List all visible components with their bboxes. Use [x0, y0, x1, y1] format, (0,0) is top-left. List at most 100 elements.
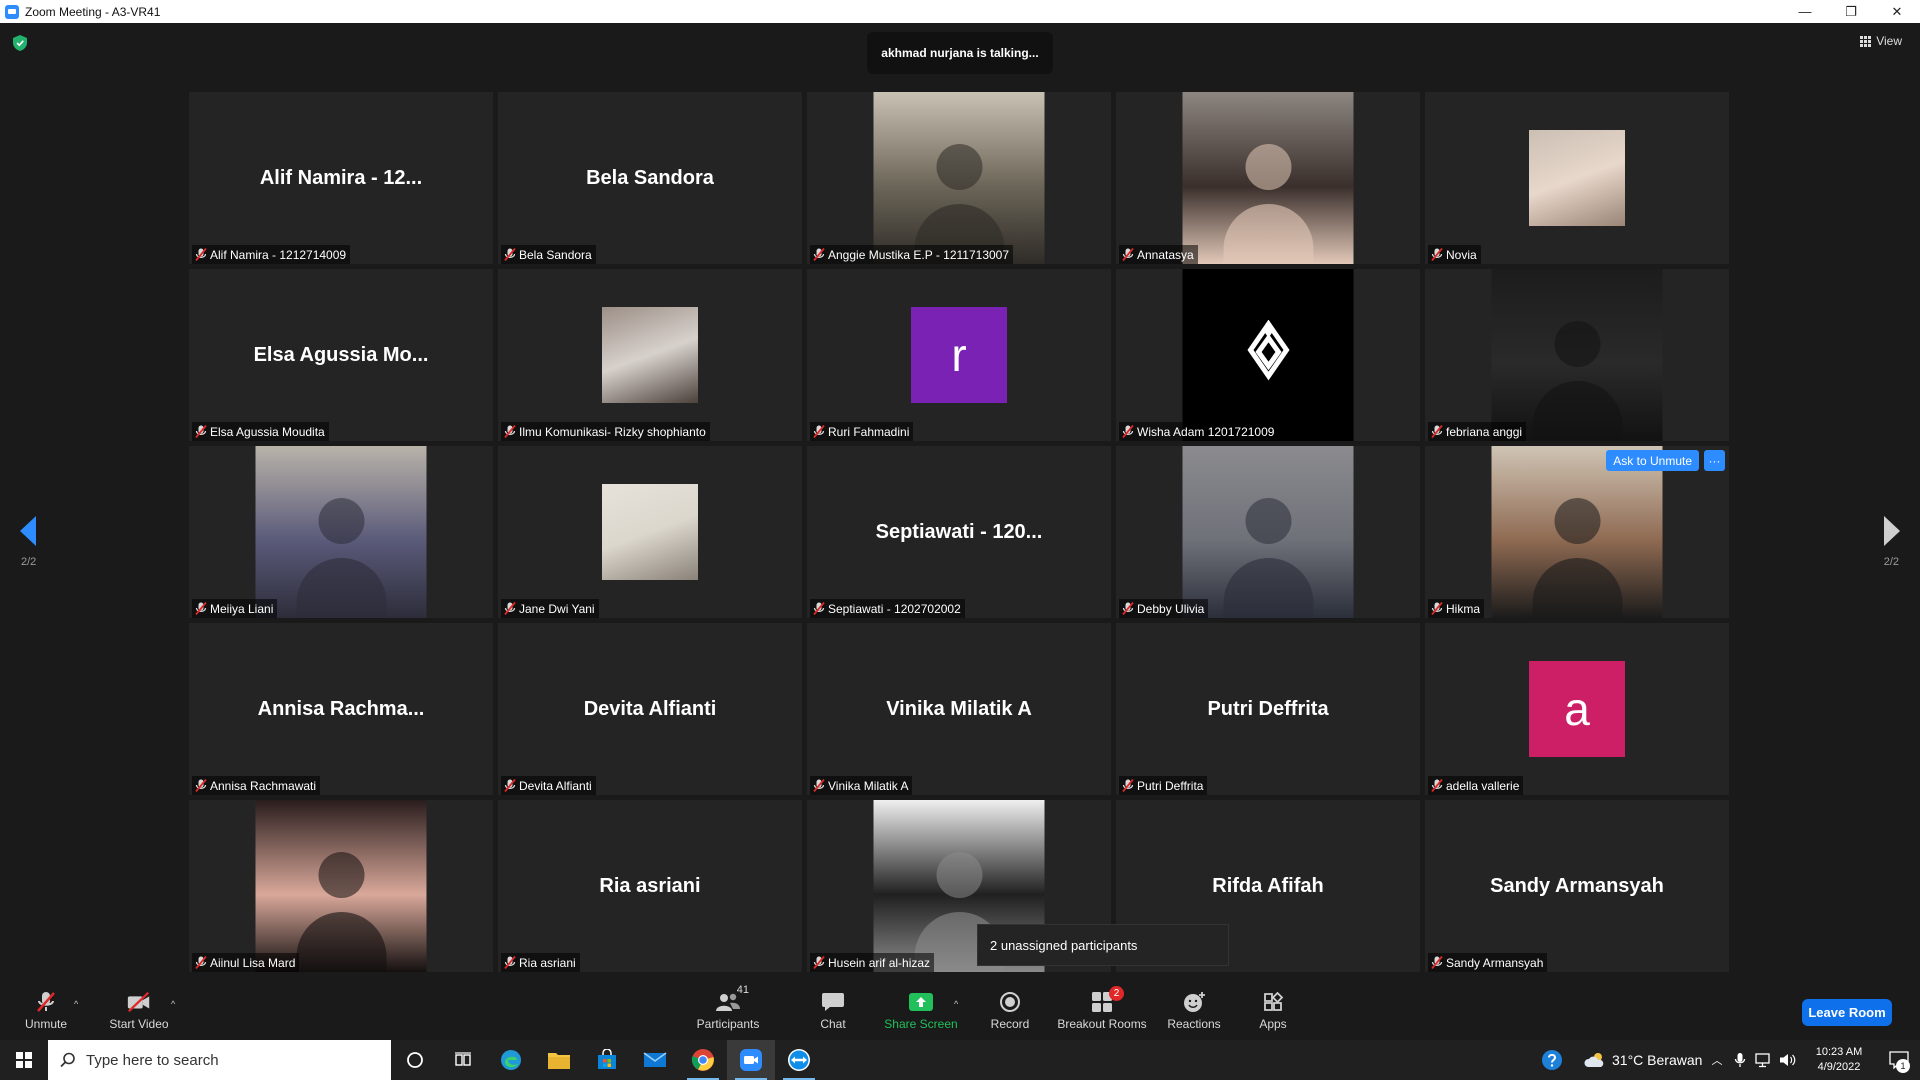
reactions-button[interactable]: Reactions [1165, 980, 1223, 1040]
participant-name: Annatasya [1137, 247, 1194, 262]
zoom-app-icon [740, 1049, 762, 1071]
muted-mic-icon [195, 955, 207, 970]
participant-name: Ilmu Komunikasi- Rizky shophianto [519, 424, 706, 439]
cortana-circle-icon [407, 1052, 423, 1068]
share-options-caret-icon[interactable]: ^ [954, 999, 958, 1009]
participant-tile[interactable]: r Ruri Fahmadini [807, 269, 1111, 441]
person-body-shape [1223, 204, 1313, 264]
unmute-button[interactable]: Unmute [18, 980, 74, 1040]
participant-tile[interactable]: Vinika Milatik A Vinika Milatik A [807, 623, 1111, 795]
person-silhouette-icon [318, 497, 364, 544]
video-options-caret-icon[interactable]: ^ [171, 999, 175, 1009]
microphone-tray-button[interactable] [1728, 1052, 1752, 1068]
task-view-button[interactable] [439, 1040, 487, 1080]
notification-center-button[interactable]: 1 [1878, 1051, 1920, 1073]
muted-mic-icon [1431, 247, 1443, 262]
participant-tile[interactable]: Alif Namira - 12... Alif Namira - 1212714… [189, 92, 493, 264]
start-button[interactable] [0, 1040, 48, 1080]
next-page-arrow-icon[interactable] [1884, 516, 1900, 546]
participant-tile[interactable]: Wisha Adam 1201721009 [1116, 269, 1420, 441]
participant-name-label: Hikma [1428, 599, 1485, 618]
view-button[interactable]: View [1860, 34, 1902, 48]
participant-tile[interactable]: Novia [1425, 92, 1729, 264]
record-button[interactable]: Record [990, 980, 1030, 1040]
participant-tile[interactable]: Ilmu Komunikasi- Rizky shophianto [498, 269, 802, 441]
folder-icon [548, 1053, 570, 1069]
muted-mic-icon [1431, 955, 1443, 970]
participant-tile[interactable]: Putri Deffrita Putri Deffrita [1116, 623, 1420, 795]
muted-mic-icon [1431, 778, 1443, 793]
minimize-button[interactable]: — [1782, 0, 1828, 23]
participant-video [873, 92, 1045, 264]
search-placeholder: Type here to search [86, 1051, 219, 1069]
participant-initial-avatar: r [911, 307, 1007, 403]
taskbar-clock[interactable]: 10:23 AM 4/9/2022 [1800, 1045, 1878, 1075]
edge-browser-button[interactable] [487, 1040, 535, 1080]
restore-button[interactable]: ❐ [1828, 0, 1874, 23]
chat-bubble-icon [820, 990, 846, 1014]
participant-name-label: Ilmu Komunikasi- Rizky shophianto [501, 422, 710, 441]
participant-tile[interactable]: Devita Alfianti Devita Alfianti [498, 623, 802, 795]
participant-video [1182, 92, 1354, 264]
participant-tile[interactable]: Jane Dwi Yani [498, 446, 802, 618]
chat-button[interactable]: Chat [815, 980, 851, 1040]
participant-tile[interactable]: Sandy Armansyah Sandy Armansyah [1425, 800, 1729, 972]
participant-tile[interactable]: Bela Sandora Bela Sandora [498, 92, 802, 264]
breakout-rooms-button[interactable]: 2 Breakout Rooms [1057, 980, 1147, 1040]
participant-name: adella vallerie [1446, 778, 1520, 793]
participant-tile[interactable]: Meiiya Liani [189, 446, 493, 618]
taskbar-search-box[interactable]: Type here to search [48, 1040, 391, 1080]
participant-tile[interactable]: Anggie Mustika E.P - 1211713007 [807, 92, 1111, 264]
participants-button[interactable]: 41 Participants [692, 980, 764, 1040]
participant-name: Annisa Rachmawati [210, 778, 317, 793]
close-button[interactable]: ✕ [1874, 0, 1920, 23]
network-tray-button[interactable] [1752, 1052, 1776, 1068]
participants-icon: 41 [715, 984, 749, 1014]
participant-name: Sandy Armansyah [1446, 955, 1544, 970]
leave-room-button[interactable]: Leave Room [1802, 999, 1892, 1026]
muted-mic-icon [813, 955, 825, 970]
mail-button[interactable] [631, 1040, 679, 1080]
participant-name: Putri Deffrita [1137, 778, 1204, 793]
participant-tile[interactable]: Aiinul Lisa Mard [189, 800, 493, 972]
participant-name-label: Ruri Fahmadini [810, 422, 914, 441]
microsoft-store-button[interactable] [583, 1040, 631, 1080]
participant-name-label: Meiiya Liani [192, 599, 278, 618]
participant-tile[interactable]: a adella vallerie [1425, 623, 1729, 795]
cortana-button[interactable] [391, 1040, 439, 1080]
help-button[interactable] [1528, 1049, 1576, 1071]
windows-taskbar: Type here to search 31°C Berawan ︿ 10:23… [0, 1040, 1920, 1080]
ask-to-unmute-button[interactable]: Ask to Unmute [1606, 450, 1699, 471]
apps-button[interactable]: Apps [1256, 980, 1290, 1040]
participant-name-label: Devita Alfianti [501, 776, 596, 795]
volume-tray-button[interactable] [1776, 1052, 1800, 1068]
show-hidden-icons-chevron-icon[interactable]: ︿ [1706, 1052, 1728, 1068]
participant-tile[interactable]: febriana anggi [1425, 269, 1729, 441]
record-label: Record [990, 1016, 1030, 1031]
audio-options-caret-icon[interactable]: ^ [74, 999, 78, 1009]
participant-tile[interactable]: Septiawati - 120... Septiawati - 12027020… [807, 446, 1111, 618]
more-options-button[interactable]: ··· [1704, 450, 1725, 471]
participant-name-label: Husein arif al-hizaz [810, 953, 935, 972]
previous-page-arrow-icon[interactable] [20, 516, 36, 546]
teamviewer-button[interactable] [775, 1040, 823, 1080]
person-body-shape [1532, 558, 1622, 618]
zoom-taskbar-button[interactable] [727, 1040, 775, 1080]
participant-tile[interactable]: Elsa Agussia Mo... Elsa Agussia Moudita [189, 269, 493, 441]
participant-tile[interactable]: Debby Ulivia [1116, 446, 1420, 618]
participant-tile[interactable]: Annisa Rachma... Annisa Rachmawati [189, 623, 493, 795]
start-video-button[interactable]: Start Video [104, 980, 174, 1040]
participant-tile[interactable]: Ria asriani Ria asriani [498, 800, 802, 972]
muted-mic-icon [195, 247, 207, 262]
participant-video [1491, 446, 1663, 618]
search-icon [60, 1052, 75, 1068]
participant-name: Bela Sandora [519, 247, 592, 262]
participant-name: Jane Dwi Yani [519, 601, 595, 616]
weather-widget[interactable]: 31°C Berawan [1576, 1052, 1706, 1068]
chrome-button[interactable] [679, 1040, 727, 1080]
share-screen-button[interactable]: Share Screen [883, 980, 959, 1040]
participant-tile[interactable]: Annatasya [1116, 92, 1420, 264]
participant-tile[interactable]: Hikma Ask to Unmute ··· [1425, 446, 1729, 618]
encryption-shield-icon[interactable] [13, 35, 27, 51]
file-explorer-button[interactable] [535, 1040, 583, 1080]
